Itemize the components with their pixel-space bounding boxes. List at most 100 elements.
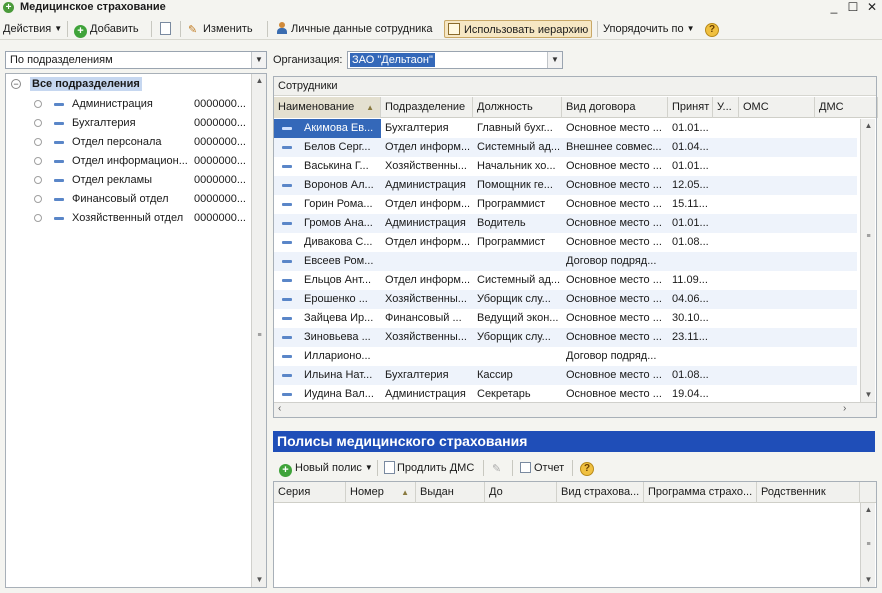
department-code: 0000000... bbox=[194, 193, 246, 205]
table-row[interactable]: Акимова Ев... Бухгалтерия Главный бухг... О… bbox=[274, 119, 857, 138]
employees-vscrollbar[interactable]: ▲ ≡ ▼ bbox=[860, 119, 875, 402]
edit-policy-button[interactable]: ✎ bbox=[489, 459, 510, 477]
copy-icon bbox=[160, 22, 171, 35]
minimize-button[interactable]: _ bbox=[826, 0, 842, 14]
copy-button[interactable] bbox=[157, 20, 176, 38]
table-cell: Главный бухг... bbox=[477, 122, 553, 134]
column-header[interactable]: Наименование ▲ bbox=[274, 97, 381, 118]
table-row[interactable]: Ельцов Ант... Отдел информ... Системный ад… bbox=[274, 271, 857, 290]
scroll-thumb[interactable]: ≡ bbox=[861, 230, 876, 244]
chevron-down-icon: ▼ bbox=[364, 463, 373, 472]
tree-item[interactable]: Хозяйственный отдел 0000000... bbox=[6, 209, 256, 228]
employee-icon bbox=[282, 355, 292, 358]
scroll-down-icon[interactable]: ▼ bbox=[861, 573, 876, 587]
column-header[interactable]: Выдан bbox=[416, 482, 485, 503]
table-row[interactable]: Дивакова С... Отдел информ... Программист О… bbox=[274, 233, 857, 252]
scroll-right-icon[interactable]: › bbox=[843, 403, 846, 414]
use-hierarchy-toggle[interactable]: Использовать иерархию bbox=[444, 20, 593, 38]
tree-item[interactable]: Отдел информацион... 0000000... bbox=[6, 152, 256, 171]
personal-data-button[interactable]: Личные данные сотрудника bbox=[274, 20, 436, 38]
table-row[interactable]: Горин Рома... Отдел информ... Программист О… bbox=[274, 195, 857, 214]
table-cell: Договор подряд... bbox=[566, 255, 657, 267]
tree-scrollbar[interactable]: ▲ ≡ ▼ bbox=[251, 74, 266, 587]
chevron-down-icon[interactable]: ▼ bbox=[251, 52, 266, 68]
employee-icon bbox=[282, 146, 292, 149]
scroll-up-icon[interactable]: ▲ bbox=[861, 503, 876, 517]
tree-item[interactable]: Финансовый отдел 0000000... bbox=[6, 190, 256, 209]
scroll-up-icon[interactable]: ▲ bbox=[252, 74, 267, 88]
table-row[interactable]: Иудина Вал... Администрация Секретарь Основ… bbox=[274, 385, 857, 401]
column-header[interactable]: Подразделение bbox=[381, 97, 473, 118]
scroll-thumb[interactable]: ≡ bbox=[861, 538, 876, 552]
toolbar-separator bbox=[151, 21, 152, 37]
scroll-down-icon[interactable]: ▼ bbox=[252, 573, 267, 587]
table-row[interactable]: Зиновьева ... Хозяйственны... Уборщик слу.… bbox=[274, 328, 857, 347]
table-row[interactable]: Воронов Ал... Администрация Помощник ге...… bbox=[274, 176, 857, 195]
column-header[interactable]: До bbox=[485, 482, 557, 503]
table-cell: 23.11... bbox=[672, 331, 708, 343]
chevron-down-icon[interactable]: ▼ bbox=[547, 52, 562, 68]
policies-vscrollbar[interactable]: ▲ ≡ ▼ bbox=[860, 503, 875, 587]
table-row[interactable]: Васькина Г... Хозяйственны... Начальник хо… bbox=[274, 157, 857, 176]
table-row[interactable]: Громов Ана... Администрация Водитель Основн… bbox=[274, 214, 857, 233]
report-icon bbox=[520, 462, 531, 473]
tree-root[interactable]: Все подразделения bbox=[30, 77, 142, 91]
sort-menu[interactable]: Упорядочить по ▼ bbox=[600, 20, 698, 38]
table-row[interactable]: Илларионо... Договор подряд... bbox=[274, 347, 857, 366]
table-row[interactable]: Евсеев Ром... Договор подряд... bbox=[274, 252, 857, 271]
column-header[interactable]: Номер ▲ bbox=[346, 482, 416, 503]
table-cell: Горин Рома... bbox=[304, 198, 373, 210]
table-cell: Основное место ... bbox=[566, 331, 662, 343]
actions-menu[interactable]: Действия ▼ bbox=[0, 20, 65, 38]
table-cell: Хозяйственны... bbox=[385, 160, 467, 172]
scroll-thumb[interactable]: ≡ bbox=[252, 329, 267, 343]
toolbar-separator bbox=[483, 460, 484, 476]
employees-grid: Акимова Ев... Бухгалтерия Главный бухг... О… bbox=[274, 119, 859, 401]
column-header[interactable]: Программа страхо... bbox=[644, 482, 757, 503]
toolbar-separator bbox=[267, 21, 268, 37]
column-header[interactable]: Принят bbox=[668, 97, 713, 118]
collapse-icon[interactable]: − bbox=[11, 79, 21, 89]
tree-item[interactable]: Отдел рекламы 0000000... bbox=[6, 171, 256, 190]
org-select[interactable]: ЗАО "Дельтаон" ▼ bbox=[347, 51, 563, 69]
column-header[interactable]: Должность bbox=[473, 97, 562, 118]
scroll-up-icon[interactable]: ▲ bbox=[861, 119, 876, 133]
add-button[interactable]: + Добавить bbox=[71, 20, 142, 38]
report-button[interactable]: Отчет bbox=[517, 459, 567, 477]
column-header[interactable]: Родственник bbox=[757, 482, 860, 503]
tree-item[interactable]: Отдел персонала 0000000... bbox=[6, 133, 256, 152]
table-cell bbox=[473, 252, 561, 271]
help-button[interactable]: ? bbox=[702, 20, 722, 38]
tree-item[interactable]: Администрация 0000000... bbox=[6, 95, 256, 114]
column-header[interactable]: ОМС bbox=[739, 97, 815, 118]
table-row[interactable]: Белов Серг... Отдел информ... Системный ад… bbox=[274, 138, 857, 157]
tree-item[interactable]: Бухгалтерия 0000000... bbox=[6, 114, 256, 133]
node-icon bbox=[34, 100, 42, 108]
employees-hscrollbar[interactable]: ‹ › bbox=[274, 402, 876, 417]
table-row[interactable]: Зайцева Ир... Финансовый ... Ведущий экон.… bbox=[274, 309, 857, 328]
column-header[interactable]: Вид страхова... bbox=[557, 482, 644, 503]
new-policy-button[interactable]: + Новый полис ▼ bbox=[276, 459, 376, 477]
close-button[interactable]: ✕ bbox=[864, 0, 880, 14]
table-row[interactable]: Ерошенко ... Хозяйственны... Уборщик слу..… bbox=[274, 290, 857, 309]
scroll-down-icon[interactable]: ▼ bbox=[861, 388, 876, 402]
column-header[interactable]: Вид договора bbox=[562, 97, 668, 118]
column-header[interactable]: У... bbox=[713, 97, 739, 118]
node-icon bbox=[34, 214, 42, 222]
extend-dms-button[interactable]: Продлить ДМС bbox=[381, 459, 477, 477]
plus-icon: + bbox=[279, 464, 292, 477]
scroll-left-icon[interactable]: ‹ bbox=[278, 403, 281, 414]
maximize-button[interactable]: ☐ bbox=[845, 0, 861, 14]
table-cell: Отдел информ... bbox=[385, 236, 471, 248]
column-header[interactable]: ДМС bbox=[815, 97, 878, 118]
policies-help-button[interactable]: ? bbox=[577, 459, 597, 477]
table-row[interactable]: Ильина Нат... Бухгалтерия Кассир Основное м… bbox=[274, 366, 857, 385]
grouping-select[interactable]: По подразделениям ▼ bbox=[5, 51, 267, 69]
toolbar-separator bbox=[180, 21, 181, 37]
department-icon bbox=[54, 122, 64, 125]
column-header[interactable]: Серия bbox=[274, 482, 346, 503]
edit-button[interactable]: ✎ Изменить bbox=[185, 20, 256, 38]
table-cell: 30.10... bbox=[672, 312, 709, 324]
departments-tree: − Все подразделения Администрация 0000000… bbox=[5, 73, 267, 588]
person-icon bbox=[277, 22, 287, 34]
